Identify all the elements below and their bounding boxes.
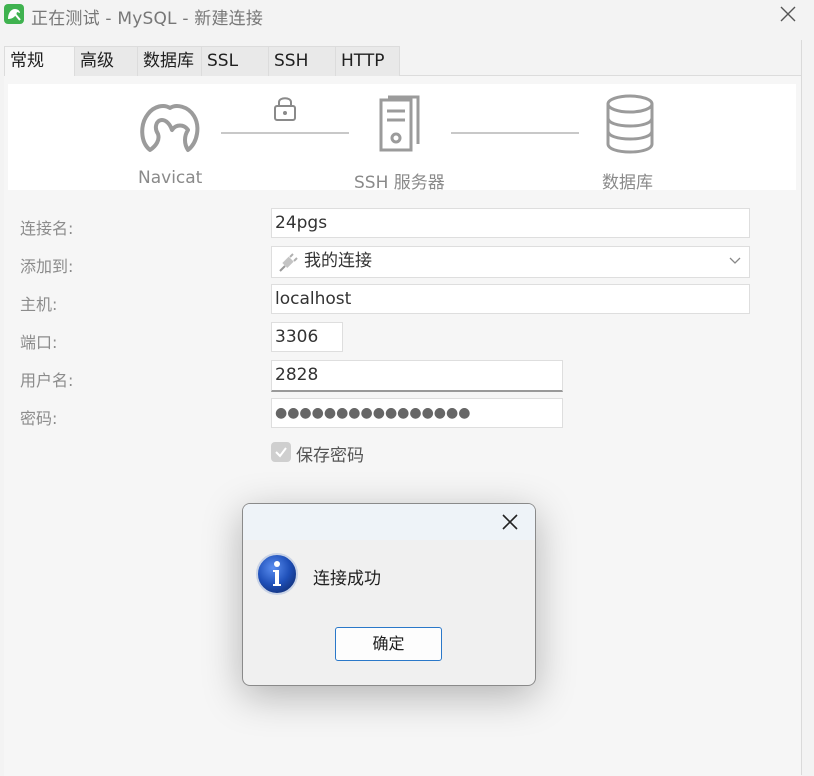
plug-icon (279, 253, 298, 272)
lock-icon (274, 97, 296, 121)
username-input[interactable]: 2828 (271, 360, 563, 392)
port-input[interactable]: 3306 (271, 322, 343, 352)
host-input[interactable]: localhost (271, 284, 750, 314)
connection-success-dialog: 连接成功 确定 (242, 503, 536, 686)
info-icon (256, 553, 298, 595)
navicat-app-icon (4, 4, 24, 24)
add-to-select[interactable]: 我的连接 (271, 246, 750, 278)
tab-ssh[interactable]: SSH (268, 46, 336, 76)
chevron-down-icon (729, 257, 741, 264)
dialog-message: 连接成功 (313, 569, 381, 589)
navicat-logo-icon (140, 104, 200, 152)
database-icon (606, 94, 654, 154)
ssh-server-icon (379, 95, 420, 152)
tab-ssl[interactable]: SSL (201, 46, 269, 76)
title-bar: 正在测试 - MySQL - 新建连接 (0, 0, 814, 32)
username-label: 用户名: (20, 371, 74, 390)
connection-name-label: 连接名: (20, 219, 74, 238)
connector-line-1 (221, 132, 349, 134)
window-close-icon[interactable] (776, 0, 804, 28)
window-title: 正在测试 - MySQL - 新建连接 (31, 9, 264, 29)
diagram-database-label: 数据库 (602, 173, 653, 193)
port-label: 端口: (20, 333, 58, 352)
host-label: 主机: (20, 295, 58, 314)
connector-line-2 (451, 132, 579, 134)
tab-general[interactable]: 常规 (4, 46, 75, 76)
ok-button[interactable]: 确定 (335, 627, 442, 661)
window-border (801, 40, 802, 775)
add-to-label: 添加到: (20, 257, 74, 276)
tab-database[interactable]: 数据库 (137, 46, 202, 76)
add-to-value: 我的连接 (304, 251, 372, 271)
dialog-close-icon[interactable] (499, 511, 521, 533)
tab-advanced[interactable]: 高级 (74, 46, 138, 76)
tab-http[interactable]: HTTP (335, 46, 400, 76)
dialog-title-bar (243, 504, 535, 540)
diagram-server-label: SSH 服务器 (354, 173, 445, 193)
diagram-client-label: Navicat (138, 168, 203, 188)
password-label: 密码: (20, 409, 58, 428)
save-password-label: 保存密码 (296, 446, 364, 466)
checkmark-icon (275, 447, 287, 458)
password-input[interactable]: ●●●●●●●●●●●●●●●● (271, 398, 563, 428)
connection-name-input[interactable]: 24pgs (271, 208, 750, 238)
connection-diagram: Navicat SSH 服务器 数据库 (8, 84, 796, 193)
save-password-checkbox[interactable] (271, 442, 291, 462)
